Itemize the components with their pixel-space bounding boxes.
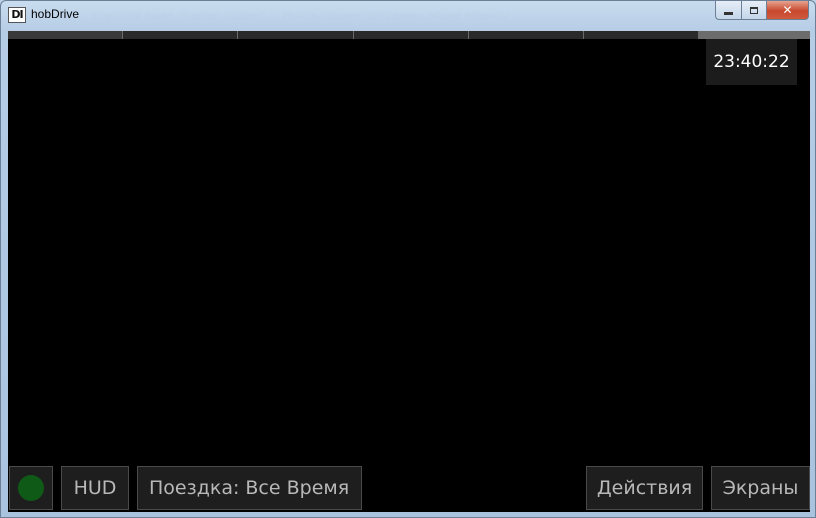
maximize-button[interactable]: [741, 1, 766, 20]
minimize-icon: [724, 11, 733, 15]
background-window-text: в русском языке (Russian Support) → Испо…: [91, 10, 509, 22]
screen-tab[interactable]: [238, 31, 354, 39]
connection-status-button[interactable]: [9, 466, 53, 510]
bottom-toolbar: HUD Поездка: Все Время Действия Экраны: [8, 466, 810, 512]
window-controls: ✕: [715, 1, 809, 21]
trip-selector-button[interactable]: Поездка: Все Время: [137, 466, 362, 510]
screen-tab[interactable]: [353, 31, 469, 39]
actions-button[interactable]: Действия: [586, 466, 703, 510]
screen-tab[interactable]: [8, 31, 124, 39]
main-display[interactable]: 23:40:22 HUD Поездка: Все Время Действия…: [8, 31, 810, 512]
title-bar[interactable]: DI hobDrive в русском языке (Russian Sup…: [1, 1, 815, 31]
status-indicator-icon: [18, 475, 44, 501]
screen-tab[interactable]: [468, 31, 584, 39]
clock-display: 23:40:22: [706, 39, 797, 85]
screen-tab[interactable]: [123, 31, 239, 39]
maximize-icon: [750, 6, 758, 14]
hud-button[interactable]: HUD: [61, 466, 129, 510]
screen-tabs: [8, 31, 700, 39]
screens-button[interactable]: Экраны: [711, 466, 810, 510]
close-button[interactable]: ✕: [766, 1, 809, 20]
window-title: hobDrive: [31, 7, 80, 21]
clock-tab-strip: [699, 31, 810, 39]
app-window: DI hobDrive в русском языке (Russian Sup…: [0, 0, 816, 518]
screen-tab[interactable]: [583, 31, 700, 39]
app-logo-icon: DI: [8, 7, 26, 23]
minimize-button[interactable]: [715, 1, 741, 20]
close-icon: ✕: [782, 3, 793, 17]
